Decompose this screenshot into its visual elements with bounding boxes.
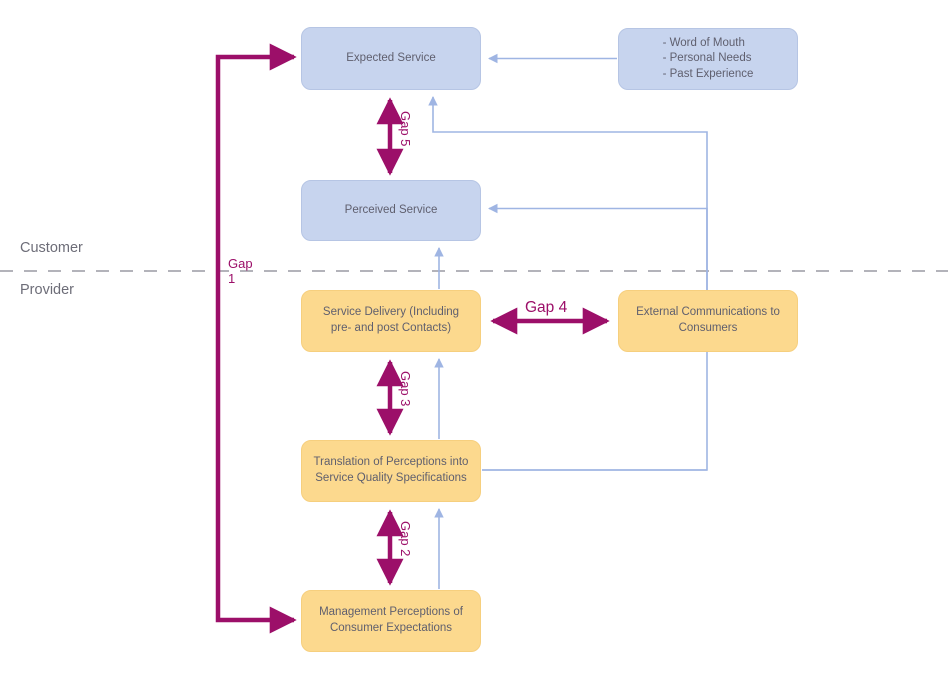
node-service-delivery-label: Service Delivery (Including pre- and pos… [322,306,460,334]
node-perceived-service-label: Perceived Service [344,203,438,216]
divider-label-customer: Customer [20,240,83,256]
node-management-perceptions-label: Management Perceptions of Consumer Expec… [319,606,463,634]
node-service-delivery[interactable]: Service Delivery (Including pre- and pos… [301,290,481,352]
gap-1-label: Gap 1 [228,256,253,286]
node-expected-service-label: Expected Service [346,51,436,64]
gap-1-arrow [215,43,297,634]
flow-translation-to-expected-service [428,96,708,471]
node-external-communications[interactable]: External Communications to Consumers [618,290,798,352]
gap-2-label: Gap 2 [398,521,413,557]
node-translation-of-perceptions[interactable]: Translation of Perceptions into Service … [301,440,481,502]
node-external-communications-label: External Communications to Consumers [636,306,780,334]
gap-3-label: Gap 3 [398,371,413,407]
node-perceived-service[interactable]: Perceived Service [301,180,481,241]
gap-5-label: Gap 5 [398,111,413,147]
node-expected-service[interactable]: Expected Service [301,27,481,90]
node-influences-label: - Word of Mouth - Personal Needs - Past … [662,36,754,80]
node-translation-of-perceptions-label: Translation of Perceptions into Service … [313,456,469,484]
service-gap-diagram: Expected Service - Word of Mouth - Perso… [0,0,948,677]
gap-4-label: Gap 4 [525,299,568,316]
divider-label-provider: Provider [20,282,74,298]
node-management-perceptions[interactable]: Management Perceptions of Consumer Expec… [301,590,481,652]
node-influences[interactable]: - Word of Mouth - Personal Needs - Past … [618,28,798,90]
